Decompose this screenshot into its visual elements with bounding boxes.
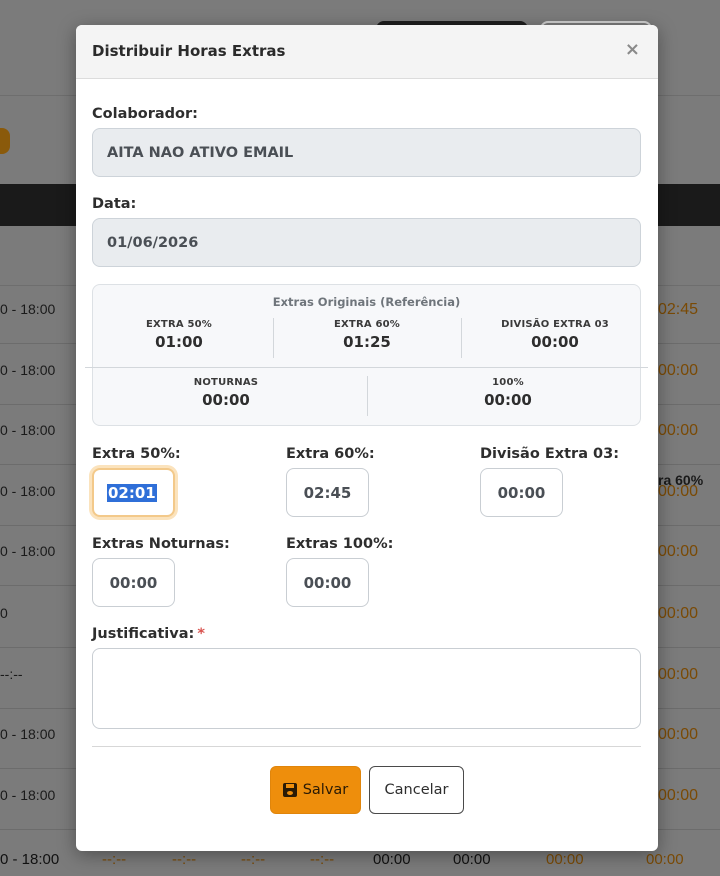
extra60-input[interactable]: 02:45 bbox=[286, 468, 369, 517]
reference-value: 01:25 bbox=[343, 333, 391, 351]
extra50-input-value: 02:01 bbox=[107, 483, 157, 502]
extra50-label: Extra 50%: bbox=[92, 446, 181, 462]
background-cell: 00:00 bbox=[453, 851, 491, 868]
divisao03-input[interactable]: 00:00 bbox=[480, 468, 563, 517]
cancel-button[interactable]: Cancelar bbox=[369, 766, 464, 814]
background-row-value: 00:00 bbox=[658, 483, 699, 500]
background-cell: --:-- bbox=[241, 851, 266, 868]
reference-value: 01:00 bbox=[155, 333, 203, 351]
required-marker: * bbox=[197, 626, 205, 642]
data-value: 01/06/2026 bbox=[107, 234, 199, 251]
reference-divider bbox=[85, 367, 648, 368]
reference-extra100: 100% 00:00 bbox=[383, 377, 633, 409]
reference-value: 00:00 bbox=[484, 391, 532, 409]
background-row-time: 0 bbox=[0, 605, 8, 621]
colaborador-value: AITA NAO ATIVO EMAIL bbox=[107, 144, 294, 161]
reference-divider bbox=[461, 318, 462, 358]
background-row-time: 0 - 18:00 bbox=[0, 362, 56, 378]
background-row-time: 0 - 18:00 bbox=[0, 301, 56, 317]
background-row-value: 00:00 bbox=[658, 726, 699, 743]
background-row-value: 00:00 bbox=[658, 422, 699, 439]
divisao03-input-value: 00:00 bbox=[497, 483, 546, 502]
background-orange-badge bbox=[0, 128, 10, 154]
background-row-value: 00:00 bbox=[658, 787, 699, 804]
reference-extra50: EXTRA 50% 01:00 bbox=[101, 319, 257, 351]
reference-label: 100% bbox=[492, 377, 524, 388]
save-button[interactable]: Salvar bbox=[270, 766, 361, 814]
background-cell: 00:00 bbox=[646, 851, 684, 868]
reference-label: DIVISÃO EXTRA 03 bbox=[501, 319, 609, 330]
distribute-overtime-modal: Distribuir Horas Extras × Colaborador: A… bbox=[76, 25, 658, 851]
noturnas-input[interactable]: 00:00 bbox=[92, 558, 175, 607]
colaborador-field: AITA NAO ATIVO EMAIL bbox=[92, 128, 641, 177]
background-row-time: 0 - 18:00 bbox=[0, 543, 56, 559]
justificativa-label: Justificativa: * bbox=[92, 626, 205, 642]
reference-divisao03: DIVISÃO EXTRA 03 00:00 bbox=[477, 319, 633, 351]
save-button-label: Salvar bbox=[302, 782, 349, 798]
reference-label: NOTURNAS bbox=[193, 377, 259, 388]
close-icon[interactable]: × bbox=[625, 40, 640, 60]
reference-extra60: EXTRA 60% 01:25 bbox=[289, 319, 445, 351]
reference-divider bbox=[367, 376, 368, 416]
background-row-value: 00:00 bbox=[658, 605, 699, 622]
background-row-time: 0 - 18:00 bbox=[0, 483, 56, 499]
background-row-value: 00:00 bbox=[658, 666, 699, 683]
background-row-value: 00:00 bbox=[658, 543, 699, 560]
data-label: Data: bbox=[92, 196, 137, 212]
background-cell: 00:00 bbox=[373, 851, 411, 868]
cancel-button-label: Cancelar bbox=[384, 782, 449, 798]
background-row-time: 0 - 18:00 bbox=[0, 851, 60, 868]
footer-divider bbox=[92, 746, 641, 747]
background-cell: --:-- bbox=[102, 851, 127, 868]
background-row-time: --:-- bbox=[0, 666, 23, 682]
background-cell: --:-- bbox=[172, 851, 197, 868]
reference-title: Extras Originais (Referência) bbox=[272, 295, 461, 309]
justificativa-label-text: Justificativa: bbox=[92, 626, 195, 642]
reference-label: EXTRA 60% bbox=[333, 319, 401, 330]
extra60-label: Extra 60%: bbox=[286, 446, 375, 462]
noturnas-input-value: 00:00 bbox=[109, 573, 158, 592]
floppy-disk-icon bbox=[282, 783, 297, 797]
reference-value: 00:00 bbox=[202, 391, 250, 409]
extra100-input-value: 00:00 bbox=[303, 573, 352, 592]
background-cell: 00:00 bbox=[546, 851, 584, 868]
background-cell: --:-- bbox=[310, 851, 335, 868]
modal-header: Distribuir Horas Extras × bbox=[76, 25, 658, 79]
noturnas-label: Extras Noturnas: bbox=[92, 536, 230, 552]
extra50-input[interactable]: 02:01 bbox=[92, 468, 175, 517]
original-extras-reference: Extras Originais (Referência) EXTRA 50% … bbox=[85, 284, 648, 426]
justificativa-textarea[interactable] bbox=[92, 648, 641, 729]
extra100-input[interactable]: 00:00 bbox=[286, 558, 369, 607]
reference-value: 00:00 bbox=[531, 333, 579, 351]
background-row-time: 0 - 18:00 bbox=[0, 726, 56, 742]
background-row-time: 0 - 18:00 bbox=[0, 787, 56, 803]
divisao03-label: Divisão Extra 03: bbox=[480, 446, 620, 462]
reference-label: EXTRA 50% bbox=[145, 319, 213, 330]
colaborador-label: Colaborador: bbox=[92, 106, 198, 122]
background-row-value: 00:00 bbox=[658, 362, 699, 379]
extra60-input-value: 02:45 bbox=[303, 483, 352, 502]
extra100-label: Extras 100%: bbox=[286, 536, 394, 552]
reference-divider bbox=[273, 318, 274, 358]
modal-title: Distribuir Horas Extras bbox=[92, 42, 286, 60]
reference-noturnas: NOTURNAS 00:00 bbox=[101, 377, 351, 409]
background-row-value: 02:45 bbox=[658, 301, 699, 318]
background-row-time: 0 - 18:00 bbox=[0, 422, 56, 438]
data-field: 01/06/2026 bbox=[92, 218, 641, 267]
